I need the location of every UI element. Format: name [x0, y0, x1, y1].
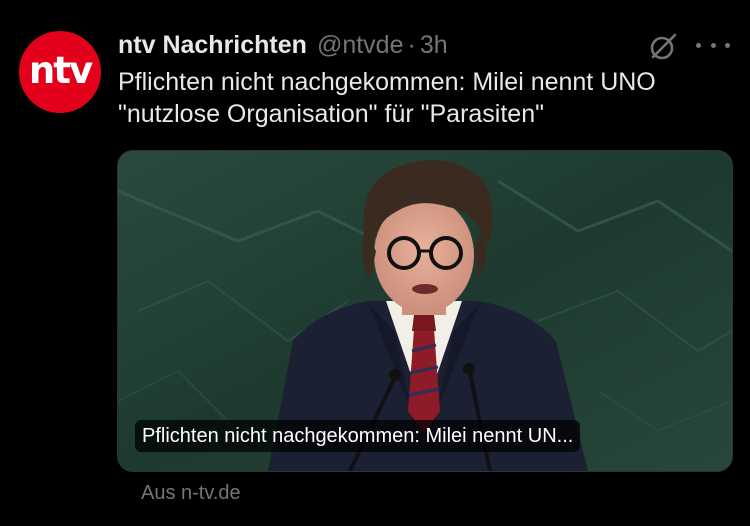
author-display-name[interactable]: ntv Nachrichten	[118, 31, 307, 60]
ntv-logo: ntv	[28, 49, 93, 92]
more-dot	[725, 42, 730, 48]
tweet-text: Pflichten nicht nachgekommen: Milei nenn…	[118, 68, 656, 128]
separator-dot: ·	[407, 30, 416, 59]
link-card[interactable]: Pflichten nicht nachgekommen: Milei nenn…	[117, 150, 733, 472]
grok-icon[interactable]	[648, 32, 678, 62]
tweet-timestamp[interactable]: 3h	[420, 31, 448, 60]
card-title-overlay: Pflichten nicht nachgekommen: Milei nenn…	[135, 420, 581, 452]
more-options-icon[interactable]	[696, 32, 730, 58]
card-source-link[interactable]: Aus n-tv.de	[141, 482, 241, 505]
tweet-header: ntv Nachrichten @ntvde · 3h	[118, 31, 448, 59]
more-dot	[710, 42, 716, 48]
more-dot	[696, 42, 701, 48]
author-handle[interactable]: @ntvde	[317, 31, 404, 60]
avatar[interactable]: ntv	[19, 31, 101, 113]
